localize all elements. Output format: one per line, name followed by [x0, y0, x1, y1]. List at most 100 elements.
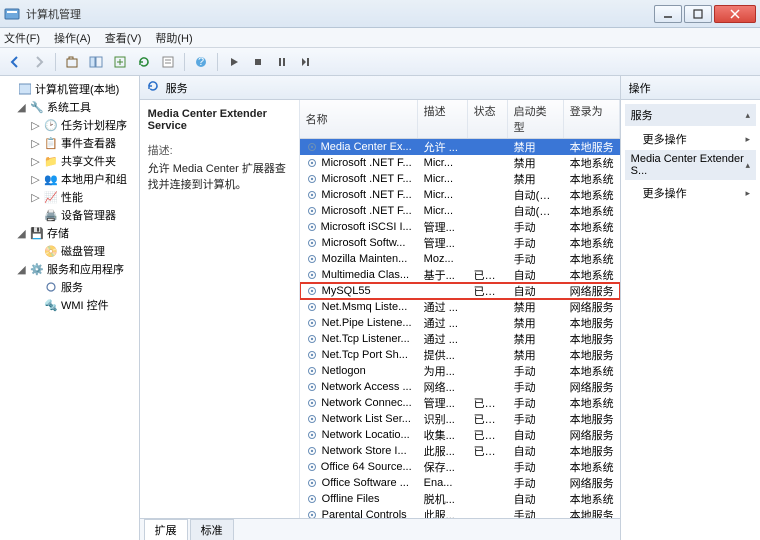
services-list[interactable]: 名称 描述 状态 启动类型 登录为 Media Center Ex...允许 .… — [300, 100, 620, 518]
service-row[interactable]: Net.Msmq Liste...通过 ...禁用网络服务 — [300, 299, 620, 315]
service-row[interactable]: Office 64 Source...保存...手动本地系统 — [300, 459, 620, 475]
service-desc: Micr... — [418, 157, 468, 169]
service-name: Media Center Ex... — [321, 141, 412, 153]
service-row[interactable]: Net.Tcp Port Sh...提供...禁用本地服务 — [300, 347, 620, 363]
twisty-icon[interactable]: ◢ — [16, 101, 27, 114]
menu-action[interactable]: 操作(A) — [54, 30, 91, 46]
service-row[interactable]: Microsoft iSCSI I...管理...手动本地系统 — [300, 219, 620, 235]
tree-event-viewer[interactable]: ▷📋事件查看器 — [2, 134, 137, 152]
stop-service-button[interactable] — [247, 51, 269, 73]
maximize-button[interactable] — [684, 5, 712, 23]
service-row[interactable]: Microsoft .NET F...Micr...禁用本地系统 — [300, 155, 620, 171]
service-row[interactable]: Media Center Ex...允许 ...禁用本地服务 — [300, 139, 620, 155]
restart-service-button[interactable] — [295, 51, 317, 73]
service-status: 已启动 — [468, 395, 508, 411]
twisty-icon[interactable]: ▷ — [30, 119, 41, 132]
gear-icon — [306, 285, 320, 297]
close-button[interactable] — [714, 5, 756, 23]
col-logon[interactable]: 登录为 — [564, 100, 620, 138]
twisty-icon[interactable]: ◢ — [16, 263, 27, 276]
service-name: Mozilla Mainten... — [322, 253, 408, 265]
tree-device-manager[interactable]: 🖨️设备管理器 — [2, 206, 137, 224]
twisty-icon[interactable]: ▷ — [30, 173, 41, 186]
tree-task-scheduler[interactable]: ▷🕑任务计划程序 — [2, 116, 137, 134]
menu-file[interactable]: 文件(F) — [4, 30, 40, 46]
twisty-icon[interactable]: ◢ — [16, 227, 27, 240]
tree-system-tools[interactable]: ◢🔧系统工具 — [2, 98, 137, 116]
service-desc: 基于... — [418, 267, 468, 283]
actions-header: 操作 — [621, 76, 760, 100]
service-row[interactable]: Microsoft .NET F...Micr...自动(延迟...本地系统 — [300, 187, 620, 203]
action-group-services[interactable]: 服务▴ — [625, 104, 756, 126]
tree-storage[interactable]: ◢💾存储 — [2, 224, 137, 242]
service-row[interactable]: Mozilla Mainten...Moz...手动本地系统 — [300, 251, 620, 267]
col-status[interactable]: 状态 — [468, 100, 508, 138]
refresh-icon[interactable] — [146, 79, 160, 96]
twisty-icon[interactable]: ▷ — [30, 155, 41, 168]
col-name[interactable]: 名称 — [300, 100, 418, 138]
service-row[interactable]: Offline Files脱机...自动本地系统 — [300, 491, 620, 507]
service-row[interactable]: Network Locatio...收集...已启动自动网络服务 — [300, 427, 620, 443]
service-startup: 自动 — [508, 443, 564, 459]
tree-pane[interactable]: 计算机管理(本地) ◢🔧系统工具 ▷🕑任务计划程序 ▷📋事件查看器 ▷📁共享文件… — [0, 76, 140, 540]
service-row[interactable]: Network Connec...管理...已启动手动本地系统 — [300, 395, 620, 411]
action-more-1[interactable]: 更多操作▸ — [625, 128, 756, 150]
service-row[interactable]: Net.Pipe Listene...通过 ...禁用本地服务 — [300, 315, 620, 331]
tree-wmi[interactable]: 🔩WMI 控件 — [2, 296, 137, 314]
properties-button[interactable] — [157, 51, 179, 73]
col-startup[interactable]: 启动类型 — [508, 100, 564, 138]
twisty-icon[interactable]: ▷ — [30, 137, 41, 150]
service-startup: 禁用 — [508, 139, 564, 155]
tab-extended[interactable]: 扩展 — [144, 519, 188, 540]
service-startup: 手动 — [508, 411, 564, 427]
service-logon: 本地服务 — [564, 139, 620, 155]
service-row[interactable]: MySQL55已启动自动网络服务 — [300, 283, 620, 299]
gear-icon — [306, 493, 320, 505]
service-row[interactable]: Microsoft Softw...管理...手动本地系统 — [300, 235, 620, 251]
tree-services[interactable]: 服务 — [2, 278, 137, 296]
service-status: 已启动 — [468, 411, 508, 427]
service-row[interactable]: Multimedia Clas...基于...已启动自动本地系统 — [300, 267, 620, 283]
refresh-button[interactable] — [133, 51, 155, 73]
app-icon — [4, 6, 20, 22]
service-row[interactable]: Microsoft .NET F...Micr...自动(延迟...本地系统 — [300, 203, 620, 219]
tree-local-users[interactable]: ▷👥本地用户和组 — [2, 170, 137, 188]
back-button[interactable] — [4, 51, 26, 73]
service-row[interactable]: Network List Ser...识别...已启动手动本地服务 — [300, 411, 620, 427]
service-row[interactable]: Parental Controls此服...手动本地服务 — [300, 507, 620, 518]
service-logon: 网络服务 — [564, 427, 620, 443]
help-button[interactable]: ? — [190, 51, 212, 73]
menu-view[interactable]: 查看(V) — [105, 30, 142, 46]
service-row[interactable]: Network Store I...此服...已启动自动本地服务 — [300, 443, 620, 459]
action-group-selected[interactable]: Media Center Extender S...▴ — [625, 150, 756, 180]
menu-help[interactable]: 帮助(H) — [155, 30, 192, 46]
service-logon: 本地系统 — [564, 459, 620, 475]
twisty-icon[interactable]: ▷ — [30, 191, 41, 204]
tree-performance[interactable]: ▷📈性能 — [2, 188, 137, 206]
service-row[interactable]: Net.Tcp Listener...通过 ...禁用本地服务 — [300, 331, 620, 347]
col-desc[interactable]: 描述 — [418, 100, 468, 138]
start-service-button[interactable] — [223, 51, 245, 73]
up-button[interactable] — [61, 51, 83, 73]
service-row[interactable]: Network Access ...网络...手动网络服务 — [300, 379, 620, 395]
action-more-2[interactable]: 更多操作▸ — [625, 182, 756, 204]
service-name: Office 64 Source... — [321, 461, 412, 473]
service-row[interactable]: Netlogon为用...手动本地系统 — [300, 363, 620, 379]
pause-service-button[interactable] — [271, 51, 293, 73]
service-desc: 此服... — [418, 443, 468, 459]
export-button[interactable] — [109, 51, 131, 73]
service-row[interactable]: Microsoft .NET F...Micr...禁用本地系统 — [300, 171, 620, 187]
chevron-right-icon: ▸ — [745, 134, 750, 145]
service-name: Network Locatio... — [322, 429, 410, 441]
tree-disk-mgmt[interactable]: 📀磁盘管理 — [2, 242, 137, 260]
minimize-button[interactable] — [654, 5, 682, 23]
tab-standard[interactable]: 标准 — [190, 519, 234, 540]
service-startup: 手动 — [508, 235, 564, 251]
tree-services-apps[interactable]: ◢⚙️服务和应用程序 — [2, 260, 137, 278]
forward-button[interactable] — [28, 51, 50, 73]
service-row[interactable]: Office Software ...Ena...手动网络服务 — [300, 475, 620, 491]
tree-shared-folders[interactable]: ▷📁共享文件夹 — [2, 152, 137, 170]
service-name: Multimedia Clas... — [322, 269, 409, 281]
tree-root[interactable]: 计算机管理(本地) — [2, 80, 137, 98]
show-hide-tree-button[interactable] — [85, 51, 107, 73]
